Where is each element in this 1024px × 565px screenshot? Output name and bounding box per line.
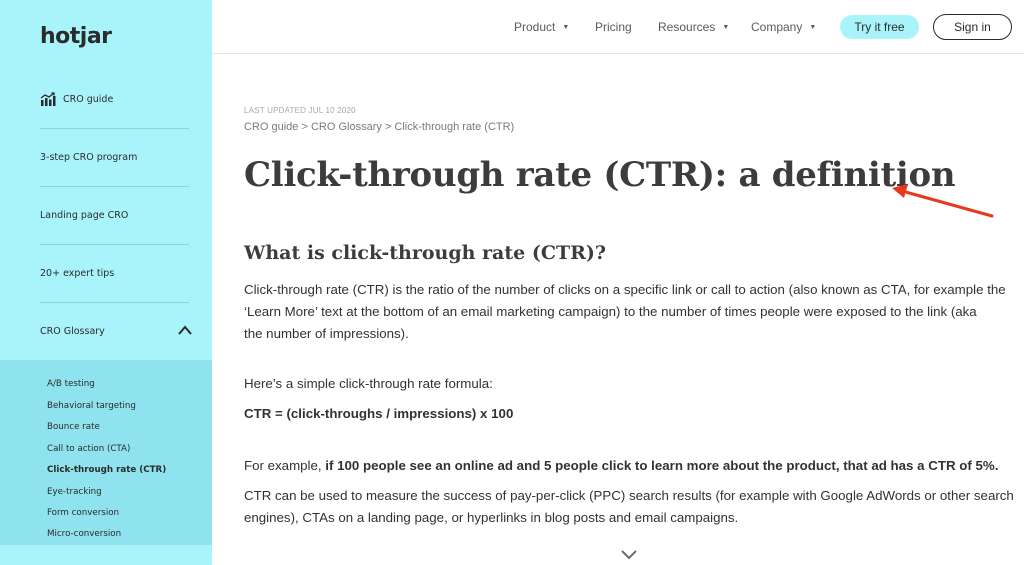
breadcrumb-separator: >	[384, 121, 395, 133]
sidebar-item-label: 3-step CRO program	[40, 151, 138, 163]
glossary-item-bounce-rate[interactable]: Bounce rate	[47, 422, 100, 432]
try-it-free-button[interactable]: Try it free	[840, 15, 919, 39]
sidebar-item-label: CRO guide	[63, 93, 114, 105]
last-updated: LAST UPDATED JUL 10 2020	[244, 106, 356, 115]
paragraph-formula-intro: Here’s a simple click-through rate formu…	[244, 376, 493, 391]
sidebar-item-landing-page-cro[interactable]: Landing page CRO	[40, 186, 189, 244]
nav-label: Company	[751, 20, 803, 34]
top-navigation: Product ▼ Pricing Resources ▼ Company ▼ …	[212, 0, 1024, 54]
glossary-item-ab-testing[interactable]: A/B testing	[47, 379, 95, 389]
sidebar-item-3-step-program[interactable]: 3-step CRO program	[40, 128, 189, 186]
paragraph-line: ‘Learn More’ text at the bottom of an em…	[244, 304, 977, 319]
nav-company[interactable]: Company ▼	[751, 20, 816, 34]
glossary-item-click-through-rate[interactable]: Click-through rate (CTR)	[47, 465, 166, 475]
sidebar: hotjar CRO guide 3-step CRO program Land…	[0, 0, 212, 565]
nav-resources[interactable]: Resources ▼	[658, 20, 729, 34]
section-heading: What is click-through rate (CTR)?	[244, 242, 607, 264]
page-title: Click-through rate (CTR): a definition	[244, 155, 956, 195]
sidebar-item-expert-tips[interactable]: 20+ expert tips	[40, 244, 189, 302]
caret-down-icon: ▼	[562, 23, 570, 31]
caret-down-icon: ▼	[722, 23, 730, 31]
chart-icon	[40, 92, 56, 106]
nav-label: Pricing	[595, 20, 632, 34]
sign-in-button[interactable]: Sign in	[933, 14, 1012, 40]
sidebar-item-label: CRO Glossary	[40, 325, 105, 337]
nav-product[interactable]: Product ▼	[514, 20, 569, 34]
paragraph-line: engines), CTAs on a landing page, or hyp…	[244, 510, 739, 525]
chevron-up-icon[interactable]	[178, 324, 192, 336]
paragraph-line: the number of impressions).	[244, 326, 409, 341]
glossary-item-behavioral-targeting[interactable]: Behavioral targeting	[47, 401, 136, 411]
breadcrumb-separator: >	[301, 121, 311, 133]
nav-label: Resources	[658, 20, 716, 34]
ctr-formula: CTR = (click-throughs / impressions) x 1…	[244, 406, 514, 421]
breadcrumb-current: Click-through rate (CTR)	[394, 121, 515, 133]
example-prefix: For example,	[244, 458, 326, 473]
nav-label: Product	[514, 20, 556, 34]
glossary-item-form-conversion[interactable]: Form conversion	[47, 508, 119, 518]
hotjar-logo[interactable]: hotjar	[40, 24, 112, 49]
caret-down-icon: ▼	[809, 23, 817, 31]
sidebar-item-label: 20+ expert tips	[40, 267, 115, 279]
nav-pricing[interactable]: Pricing	[595, 20, 632, 34]
breadcrumb-link-cro-guide[interactable]: CRO guide	[244, 121, 298, 133]
breadcrumb: CRO guide > CRO Glossary > Click-through…	[244, 121, 514, 133]
paragraph-usage: CTR can be used to measure the success o…	[244, 485, 1014, 529]
paragraph-line: Click-through rate (CTR) is the ratio of…	[244, 282, 1006, 297]
breadcrumb-link-cro-glossary[interactable]: CRO Glossary	[311, 121, 382, 133]
sidebar-item-cro-glossary[interactable]: CRO Glossary	[40, 302, 189, 360]
glossary-submenu: A/B testing Behavioral targeting Bounce …	[0, 360, 212, 545]
sidebar-item-cro-guide[interactable]: CRO guide	[40, 70, 189, 128]
example-bold: if 100 people see an online ad and 5 peo…	[325, 458, 999, 473]
glossary-item-eye-tracking[interactable]: Eye-tracking	[47, 487, 102, 497]
paragraph-definition: Click-through rate (CTR) is the ratio of…	[244, 279, 1014, 345]
glossary-item-call-to-action[interactable]: Call to action (CTA)	[47, 444, 130, 454]
paragraph-example: For example, if 100 people see an online…	[244, 455, 1014, 477]
glossary-item-micro-conversion[interactable]: Micro-conversion	[47, 529, 121, 539]
sidebar-item-label: Landing page CRO	[40, 209, 129, 221]
chevron-down-icon[interactable]	[620, 549, 638, 561]
annotation-arrow-icon	[892, 184, 994, 218]
paragraph-line: CTR can be used to measure the success o…	[244, 488, 1014, 503]
